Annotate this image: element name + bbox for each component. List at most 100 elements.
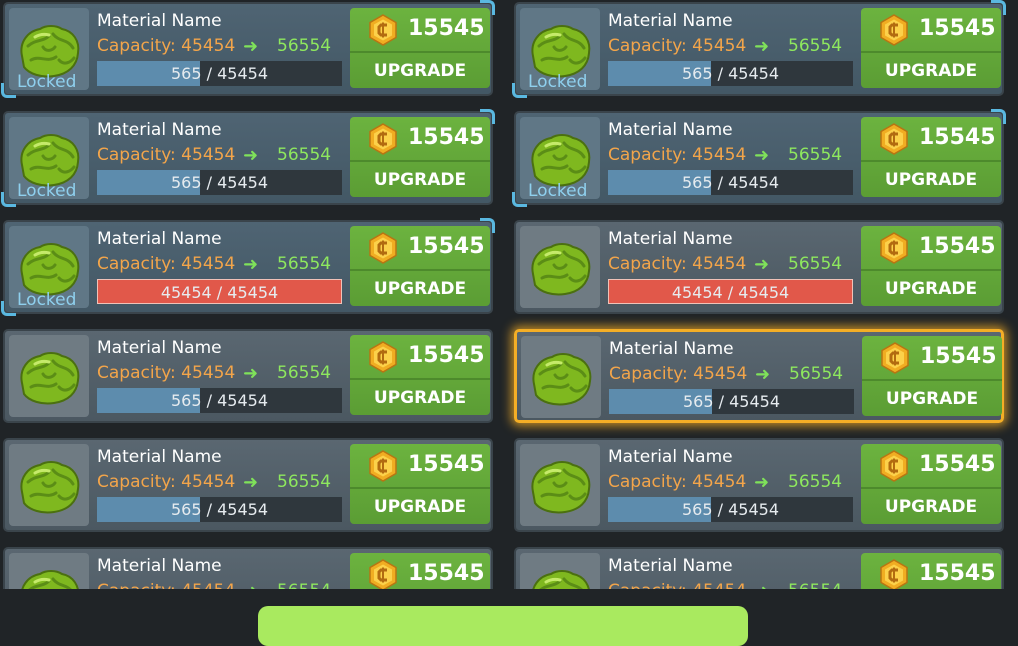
material-card[interactable]: Locked Material Name Capacity: 45454 ➜ 5… — [1, 0, 495, 98]
progress-text-a: 565 — [681, 173, 713, 192]
bottom-action-button[interactable] — [258, 606, 748, 646]
gold-coin-icon — [369, 450, 397, 482]
upgrade-price: 15545 — [408, 343, 485, 368]
green-rock-icon — [21, 570, 79, 589]
material-card[interactable]: Material Name Capacity: 45454 ➜ 56554 56… — [3, 547, 493, 589]
material-name: Material Name — [609, 339, 734, 359]
capacity-current: Capacity: 45454 — [97, 581, 235, 589]
progress-text: 565 / 45454 — [608, 64, 853, 83]
material-name: Material Name — [608, 229, 733, 249]
material-thumbnail: Locked — [9, 117, 89, 199]
material-thumbnail — [9, 444, 89, 526]
capacity-next: 56554 — [277, 254, 332, 274]
material-card[interactable]: Material Name Capacity: 45454 ➜ 56554 45… — [514, 220, 1004, 314]
material-card[interactable]: Material Name Capacity: 45454 ➜ 56554 56… — [514, 438, 1004, 532]
material-name: Material Name — [608, 556, 733, 576]
arrow-right-icon: ➜ — [243, 254, 259, 275]
upgrade-button[interactable]: 15545 UPGRADE — [861, 8, 1001, 88]
upgrade-price: 15545 — [408, 125, 485, 150]
button-divider — [350, 160, 490, 162]
material-name: Material Name — [97, 120, 222, 140]
arrow-right-icon: ➜ — [243, 145, 259, 166]
material-card[interactable]: Material Name Capacity: 45454 ➜ 56554 56… — [3, 329, 493, 423]
progress-text: 45454 / 45454 — [609, 283, 852, 302]
green-rock-icon — [531, 243, 591, 296]
upgrade-button[interactable]: 15545 UPGRADE — [861, 117, 1001, 197]
button-divider — [861, 269, 1001, 271]
progress-text: 565 / 45454 — [97, 173, 342, 192]
capacity-progress-bar: 565 / 45454 — [97, 61, 342, 86]
upgrade-label: UPGRADE — [884, 279, 978, 299]
upgrade-label: UPGRADE — [884, 170, 978, 190]
material-card[interactable]: Locked Material Name Capacity: 45454 ➜ 5… — [512, 109, 1006, 207]
material-name: Material Name — [97, 11, 222, 31]
capacity-progress-bar: 45454 / 45454 — [97, 279, 342, 304]
material-thumbnail — [9, 553, 89, 589]
material-card[interactable]: Locked Material Name Capacity: 45454 ➜ 5… — [1, 218, 495, 316]
capacity-current: Capacity: 45454 — [608, 36, 747, 56]
locked-label: Locked — [528, 72, 588, 90]
material-thumbnail: Locked — [9, 226, 89, 308]
upgrade-button[interactable]: 15545 UPGRADE — [350, 8, 490, 88]
progress-text-a: 565 — [170, 173, 202, 192]
capacity-next: 56554 — [788, 145, 843, 165]
capacity-next: 56554 — [788, 254, 843, 274]
capacity-current: Capacity: 45454 — [609, 364, 748, 384]
progress-text-a: 45454 / 45454 — [160, 283, 279, 302]
material-name: Material Name — [608, 120, 733, 140]
locked-label: Locked — [17, 290, 77, 308]
material-card[interactable]: Locked Material Name Capacity: 45454 ➜ 5… — [1, 109, 495, 207]
upgrade-button[interactable]: 15545 UPGRADE — [350, 335, 490, 415]
gold-coin-icon — [369, 14, 397, 46]
upgrade-button[interactable]: 15545 UPGRADE — [350, 444, 490, 524]
material-card[interactable]: Material Name Capacity: 45454 ➜ 56554 56… — [514, 329, 1004, 423]
capacity-current: Capacity: 45454 — [608, 145, 747, 165]
material-card[interactable]: Material Name Capacity: 45454 ➜ 56554 56… — [3, 438, 493, 532]
progress-text: 565 / 45454 — [97, 500, 342, 519]
progress-text-a: 565 — [681, 500, 713, 519]
upgrade-button[interactable]: 15545 UPGRADE — [350, 117, 490, 197]
gold-coin-icon — [881, 342, 909, 374]
gold-coin-icon — [880, 123, 908, 155]
capacity-next: 56554 — [277, 363, 332, 383]
material-thumbnail: Locked — [9, 8, 89, 90]
material-upgrade-list[interactable]: Locked Material Name Capacity: 45454 ➜ 5… — [0, 0, 1018, 589]
capacity-current: Capacity: 45454 — [97, 472, 236, 492]
progress-text-b: / 45454 — [201, 64, 268, 83]
gold-coin-icon — [369, 232, 397, 264]
button-divider — [350, 51, 490, 53]
progress-text-b: / 45454 — [712, 173, 779, 192]
upgrade-price: 15545 — [919, 452, 996, 477]
upgrade-price: 15545 — [408, 452, 485, 477]
upgrade-label: UPGRADE — [373, 497, 467, 517]
button-divider — [350, 487, 490, 489]
upgrade-button[interactable]: 15545 UPGRADE — [861, 444, 1001, 524]
capacity-next: 56554 — [277, 581, 331, 589]
upgrade-button[interactable]: 15545 UPGRADE — [350, 226, 490, 306]
upgrade-button[interactable]: 15545 UPGRADE — [862, 336, 1002, 416]
material-card[interactable]: Material Name Capacity: 45454 ➜ 56554 56… — [514, 547, 1004, 589]
gold-coin-icon — [880, 450, 908, 482]
progress-text-a: 45454 / 45454 — [671, 283, 790, 302]
green-rock-icon — [531, 461, 591, 514]
button-divider — [350, 269, 490, 271]
upgrade-label: UPGRADE — [884, 61, 978, 81]
material-card[interactable]: Locked Material Name Capacity: 45454 ➜ 5… — [512, 0, 1006, 98]
capacity-next: 56554 — [788, 36, 843, 56]
capacity-next: 56554 — [277, 145, 332, 165]
progress-text-a: 565 — [682, 392, 714, 411]
locked-label: Locked — [17, 72, 77, 90]
progress-text-a: 565 — [170, 391, 202, 410]
arrow-right-icon: ➜ — [755, 364, 771, 385]
capacity-current: Capacity: 45454 — [97, 36, 236, 56]
button-divider — [350, 378, 490, 380]
upgrade-button[interactable]: 15545 UPGRADE — [350, 553, 490, 589]
capacity-current: Capacity: 45454 — [97, 363, 236, 383]
locked-label: Locked — [17, 181, 77, 199]
upgrade-button[interactable]: 15545 UPGRADE — [861, 553, 1001, 589]
progress-text: 565 / 45454 — [608, 500, 853, 519]
upgrade-button[interactable]: 15545 UPGRADE — [861, 226, 1001, 306]
capacity-next: 56554 — [277, 472, 332, 492]
progress-text: 45454 / 45454 — [98, 283, 341, 302]
capacity-progress-bar: 565 / 45454 — [97, 170, 342, 195]
